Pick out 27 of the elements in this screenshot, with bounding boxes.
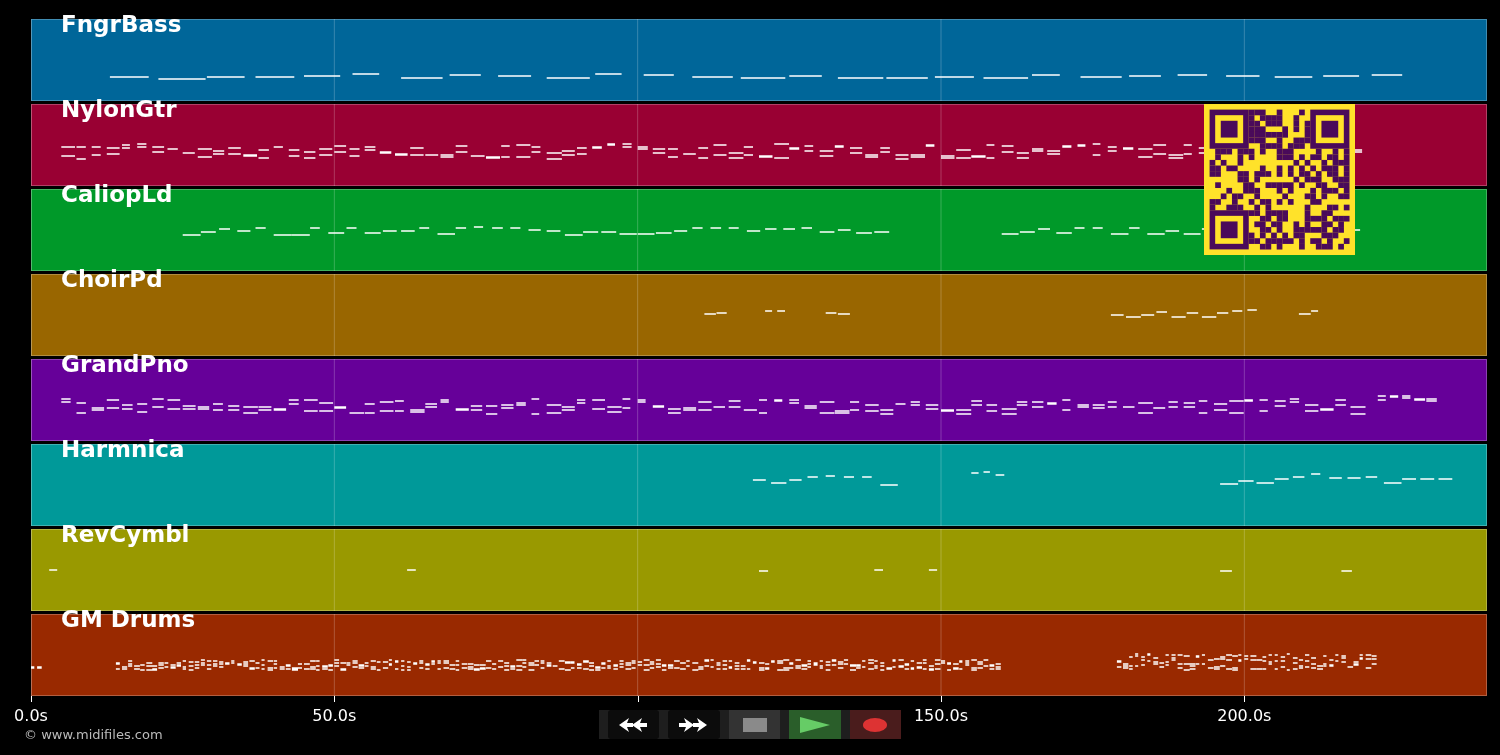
record-button[interactable] [849, 710, 902, 739]
axis-tick-label: 200.0s [1217, 706, 1272, 726]
rewind-icon [618, 717, 649, 732]
axis-tick-mark [334, 696, 336, 702]
axis-tick-mark [941, 696, 942, 702]
stop-button[interactable] [728, 710, 781, 739]
track-name: RevCymbl [61, 520, 190, 548]
play-icon [799, 716, 830, 733]
axis-tick-mark [637, 696, 639, 702]
track-name: GM Drums [61, 605, 196, 633]
track-name: NylonGtr [61, 95, 177, 123]
play-button[interactable] [789, 710, 841, 739]
axis-tick-label: 50.0s [312, 706, 357, 726]
axis-tick-mark [1244, 696, 1246, 702]
axis-tick-label: 150.0s [913, 706, 969, 726]
axis-tick-mark [31, 696, 32, 702]
stop-icon [742, 717, 767, 732]
forward-button[interactable] [668, 710, 720, 739]
track-name: GrandPno [61, 350, 189, 378]
axis-tick-label: 0.0s [14, 706, 48, 726]
copyright-text: © www.midifiles.com [24, 726, 163, 743]
track-name: FngrBass [61, 10, 182, 38]
track-name: Harmnica [61, 435, 185, 463]
rewind-button[interactable] [608, 710, 660, 739]
track-name: CaliopLd [61, 180, 173, 208]
track-name: ChoirPd [61, 265, 163, 293]
record-icon [863, 717, 888, 732]
